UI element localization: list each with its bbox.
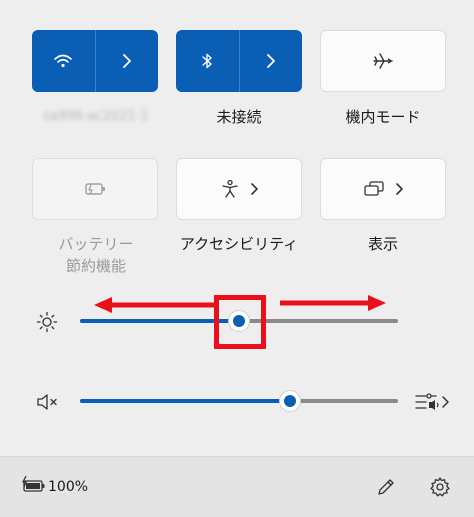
battery-saver-tile[interactable] xyxy=(32,158,158,220)
airplane-icon xyxy=(373,53,393,69)
chevron-right-icon xyxy=(250,183,258,195)
display-tile[interactable] xyxy=(320,158,446,220)
airplane-mode-tile[interactable] xyxy=(320,30,446,92)
airplane-mode-label: 機内モード xyxy=(345,108,421,126)
volume-muted-icon xyxy=(37,394,57,410)
volume-fill xyxy=(80,399,290,403)
wifi-network-label: sa996-ac2021-1 xyxy=(43,109,149,124)
battery-percentage: 100% xyxy=(48,479,89,495)
battery-saver-icon xyxy=(85,183,105,195)
brightness-icon xyxy=(36,311,58,333)
display-icon xyxy=(363,181,384,196)
settings-button[interactable] xyxy=(428,475,452,499)
chevron-right-icon xyxy=(395,183,403,195)
battery-charging-icon xyxy=(22,475,45,492)
volume-slider[interactable] xyxy=(80,399,398,403)
chevron-right-icon xyxy=(266,54,275,68)
quick-settings-panel: sa996-ac2021-1 未接続 機内モード バッテリー 節約機能 アクセシ… xyxy=(0,0,474,517)
footer-bar: 100% xyxy=(0,456,474,517)
accessibility-icon xyxy=(221,179,238,198)
bluetooth-toggle[interactable] xyxy=(176,30,239,92)
wifi-expand-button[interactable] xyxy=(96,30,159,92)
volume-slider-thumb[interactable] xyxy=(278,390,301,412)
wifi-tile[interactable] xyxy=(32,30,158,92)
bluetooth-icon xyxy=(202,53,212,69)
wifi-toggle[interactable] xyxy=(32,30,95,92)
battery-saver-label-line1: バッテリー xyxy=(58,235,134,253)
bluetooth-label: 未接続 xyxy=(216,108,262,126)
bluetooth-tile[interactable] xyxy=(176,30,302,92)
pencil-icon xyxy=(378,479,394,495)
thumb-dot xyxy=(283,395,296,407)
annotation-highlight-box xyxy=(214,295,266,349)
edit-quick-settings-button[interactable] xyxy=(374,475,398,499)
bluetooth-expand-button[interactable] xyxy=(240,30,303,92)
accessibility-label: アクセシビリティ xyxy=(179,235,299,253)
chevron-right-icon xyxy=(122,54,131,68)
battery-saver-label-line2: 節約機能 xyxy=(65,257,126,275)
gear-icon xyxy=(430,477,450,497)
accessibility-tile[interactable] xyxy=(176,158,302,220)
audio-output-button[interactable] xyxy=(414,390,452,414)
display-label: 表示 xyxy=(367,235,398,253)
audio-output-icon xyxy=(415,393,449,410)
wifi-icon xyxy=(54,54,73,68)
battery-saver-label: バッテリー 節約機能 xyxy=(24,233,168,277)
